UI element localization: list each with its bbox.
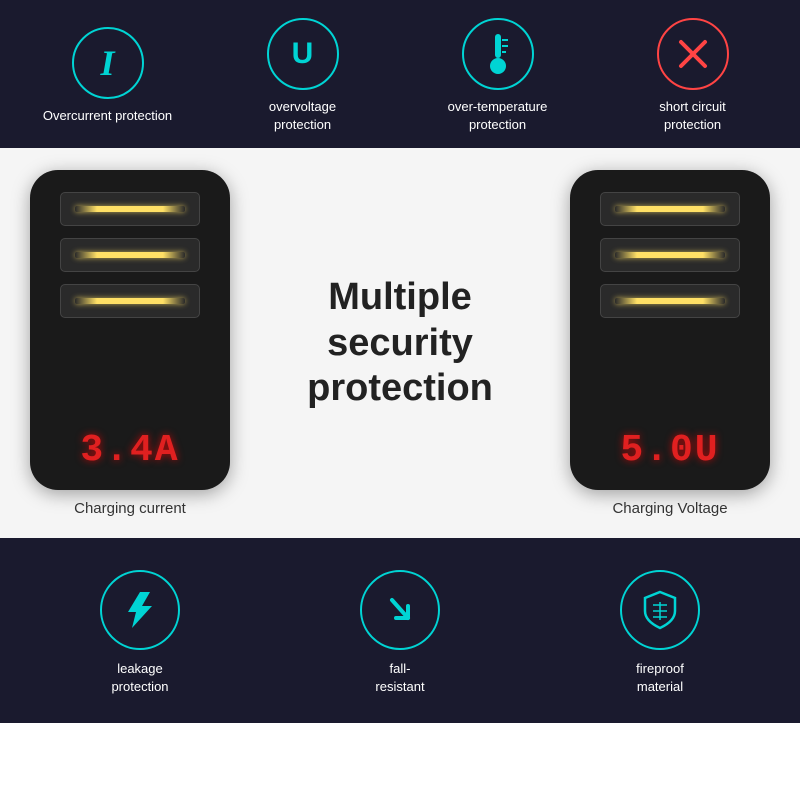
fireproof-icon — [620, 570, 700, 650]
feature-overtemp: over-temperatureprotection — [400, 18, 595, 134]
overcurrent-icon: I — [72, 27, 144, 99]
right-usb-1 — [600, 192, 740, 226]
leakage-label: leakageprotection — [111, 660, 168, 696]
right-charger-card: 5.0U — [570, 170, 770, 490]
left-usb-3 — [60, 284, 200, 318]
left-charger-wrapper: 3.4A Charging current — [30, 170, 230, 517]
feature-leakage: leakageprotection — [11, 570, 268, 696]
overtemp-icon — [462, 18, 534, 90]
shortcircuit-label: short circuitprotection — [659, 98, 725, 134]
security-text: Multiplesecurityprotection — [230, 275, 570, 412]
left-usb-ports — [46, 192, 214, 318]
overvoltage-icon: U — [267, 18, 339, 90]
feature-fireproof: fireproofmaterial — [531, 570, 788, 696]
left-usb-2 — [60, 238, 200, 272]
right-usb-2 — [600, 238, 740, 272]
overvoltage-label: overvoltageprotection — [269, 98, 336, 134]
left-charger-label: Charging current — [74, 500, 186, 517]
feature-fall: fall-resistant — [271, 570, 528, 696]
shortcircuit-icon — [657, 18, 729, 90]
right-usb-ports — [586, 192, 754, 318]
right-charger-wrapper: 5.0U Charging Voltage — [570, 170, 770, 517]
left-charger-card: 3.4A — [30, 170, 230, 490]
leakage-icon — [100, 570, 180, 650]
fall-icon — [360, 570, 440, 650]
middle-section: 3.4A Charging current Multiplesecuritypr… — [0, 148, 800, 538]
top-section: I Overcurrent protection U overvoltagepr… — [0, 0, 800, 148]
left-usb-1 — [60, 192, 200, 226]
feature-overcurrent: I Overcurrent protection — [10, 27, 205, 125]
right-display: 5.0U — [620, 429, 719, 472]
bottom-section: leakageprotection fall-resistant firepro — [0, 538, 800, 723]
right-usb-3 — [600, 284, 740, 318]
left-display: 3.4A — [80, 429, 179, 472]
right-charger-label: Charging Voltage — [612, 500, 727, 517]
overtemp-label: over-temperatureprotection — [448, 98, 548, 134]
feature-shortcircuit: short circuitprotection — [595, 18, 790, 134]
fireproof-label: fireproofmaterial — [636, 660, 684, 696]
fall-label: fall-resistant — [375, 660, 424, 696]
overcurrent-label: Overcurrent protection — [43, 107, 172, 125]
feature-overvoltage: U overvoltageprotection — [205, 18, 400, 134]
